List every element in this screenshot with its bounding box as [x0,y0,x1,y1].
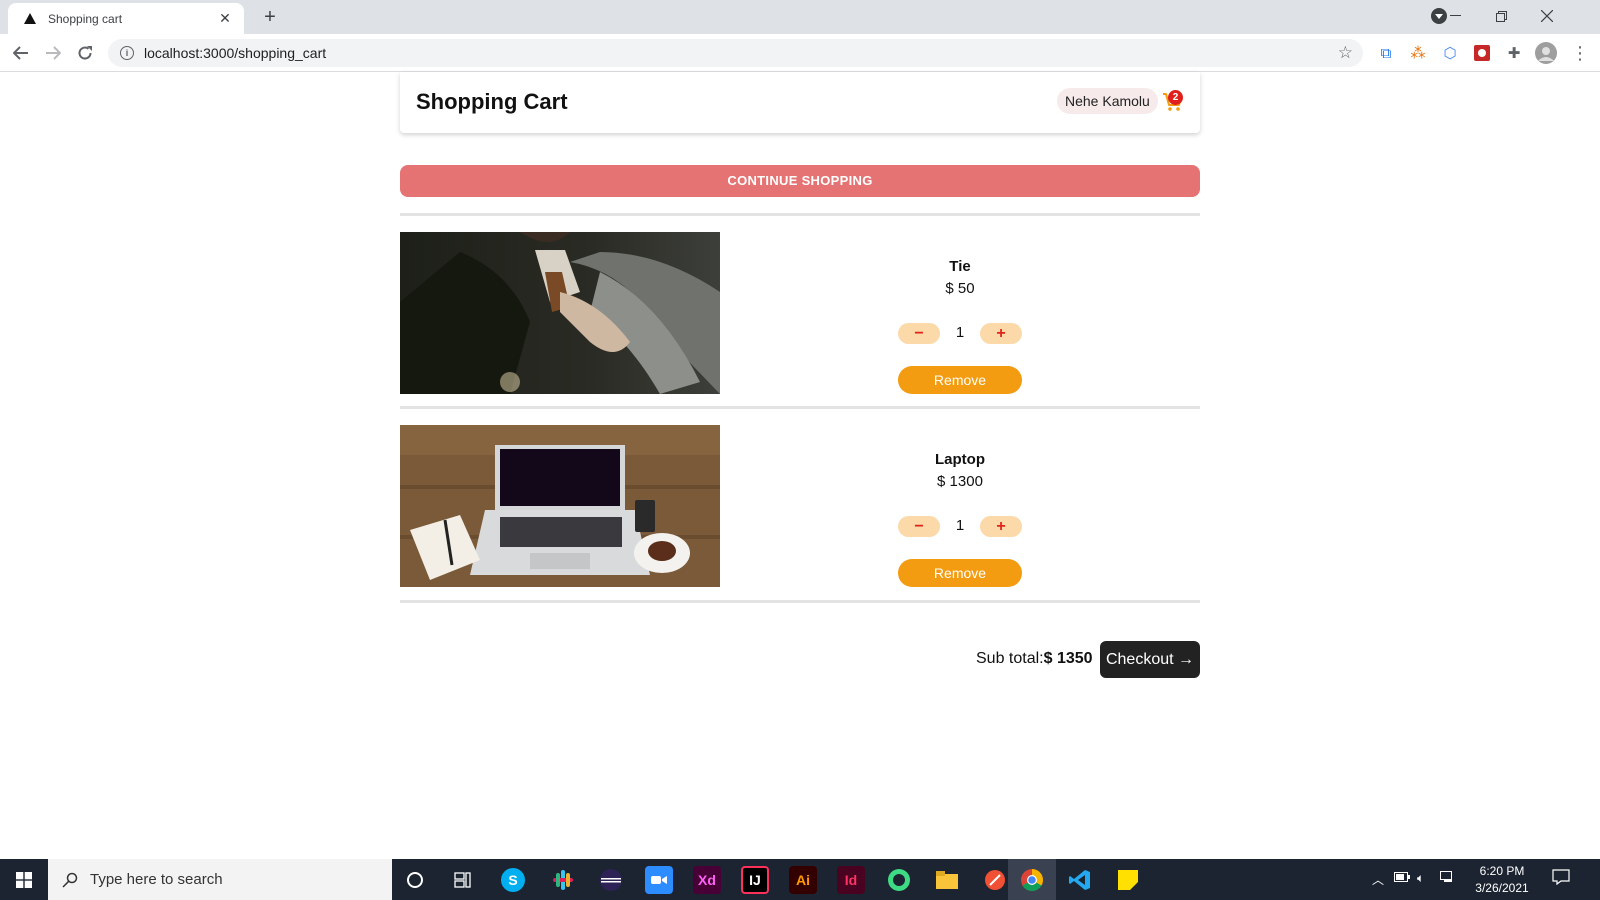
tab-title: Shopping cart [48,11,123,26]
item-price: $ 50 [945,280,975,297]
android-studio-icon[interactable] [885,866,913,894]
page-content: Shopping Cart Nehe Kamolu 2 CONTINUE SHO… [0,72,1600,859]
task-view-icon[interactable] [449,866,477,894]
browser-tabstrip: Shopping cart ✕ + [0,0,1600,34]
remove-item-button[interactable]: Remove [898,366,1022,394]
continue-shopping-button[interactable]: CONTINUE SHOPPING [400,165,1200,197]
checkout-label: Checkout [1105,651,1174,668]
cortana-icon[interactable] [401,866,429,894]
clock-date: 3/26/2021 [1475,881,1529,895]
decrease-quantity-button[interactable]: − [898,516,940,537]
skype-icon[interactable]: S [501,868,525,892]
cart-count-badge: 2 [1168,90,1183,105]
browser-menu-icon[interactable]: ⋮ [1569,42,1591,64]
address-bar[interactable]: i localhost:3000/shopping_cart ☆ [108,39,1363,67]
sticky-notes-icon[interactable] [1114,866,1142,894]
subtotal-value: $ 1350 [1043,650,1093,667]
battery-icon[interactable] [1394,871,1410,885]
chrome-icon[interactable] [1018,866,1046,894]
react-extension-icon[interactable]: ⬡ [1439,42,1461,64]
increase-quantity-button[interactable]: + [980,323,1022,344]
taskbar-search-placeholder: Type here to search [90,871,223,888]
restore-icon[interactable] [1478,0,1524,32]
divider [400,600,1200,603]
decrease-quantity-button[interactable]: − [898,323,940,344]
minimize-icon[interactable] [1432,0,1478,32]
illustrator-icon[interactable]: Ai [789,866,817,894]
site-info-icon[interactable]: i [120,46,134,60]
profile-avatar-icon[interactable] [1535,42,1557,64]
indesign-icon[interactable]: Id [837,866,865,894]
windows-start-icon[interactable] [0,859,48,900]
network-icon[interactable] [1440,871,1456,886]
reload-icon[interactable] [72,40,98,66]
remove-item-button[interactable]: Remove [898,559,1022,587]
tray-chevron-icon[interactable]: ︿ [1372,871,1384,888]
tie-product-image [400,232,720,394]
quantity-value: 1 [955,517,965,534]
cart-item-laptop: Laptop $ 1300 − 1 + Remove [400,425,1200,587]
new-tab-button[interactable]: + [258,6,282,30]
item-name: Laptop [935,451,985,468]
cart-header: Shopping Cart Nehe Kamolu 2 [400,72,1200,133]
adobe-xd-icon[interactable]: Xd [693,866,721,894]
git-icon[interactable] [981,866,1009,894]
user-name-badge[interactable]: Nehe Kamolu [1057,88,1158,114]
bookmark-star-icon[interactable]: ☆ [1338,43,1353,63]
divider [400,213,1200,216]
file-explorer-icon[interactable] [933,866,961,894]
red-extension-icon[interactable] [1471,42,1493,64]
system-clock[interactable]: 6:20 PM 3/26/2021 [1466,863,1538,897]
page-title: Shopping Cart [416,89,568,114]
windows-taskbar: Type here to search S Xd IJ Ai Id ︿ 🔈︎ 6… [0,859,1600,900]
triangle-favicon-icon [22,11,38,27]
translate-extension-icon[interactable]: ⧉ [1375,42,1397,64]
item-name: Tie [949,258,971,275]
network-extension-icon[interactable]: ⁂ [1407,42,1429,64]
browser-toolbar: i localhost:3000/shopping_cart ☆ ⧉ ⁂ ⬡ ✚… [0,34,1600,72]
laptop-product-image [400,425,720,587]
browser-tab[interactable]: Shopping cart ✕ [8,3,244,34]
forward-arrow-icon[interactable] [40,40,66,66]
subtotal-label: Sub total: [976,650,1044,667]
checkout-button[interactable]: Checkout → [1100,641,1200,678]
volume-icon[interactable]: 🔈︎ [1417,871,1424,886]
zoom-icon[interactable] [645,866,673,894]
subtotal: Sub total:$ 1350 [976,650,1093,668]
notifications-icon[interactable] [1552,869,1570,888]
quantity-value: 1 [955,324,965,341]
taskbar-search-box[interactable]: Type here to search [48,859,392,900]
address-url: localhost:3000/shopping_cart [144,45,327,61]
increase-quantity-button[interactable]: + [980,516,1022,537]
item-price: $ 1300 [937,473,983,490]
eclipse-icon[interactable] [597,866,625,894]
arrow-right-icon: → [1178,651,1195,668]
vscode-icon[interactable] [1066,866,1094,894]
extensions-puzzle-icon[interactable]: ✚ [1503,42,1525,64]
search-icon [62,872,78,888]
tab-close-icon[interactable]: ✕ [216,10,234,27]
slack-icon[interactable] [549,866,577,894]
intellij-icon[interactable]: IJ [741,866,769,894]
close-window-icon[interactable] [1524,0,1570,32]
back-arrow-icon[interactable] [8,40,34,66]
divider [400,406,1200,409]
clock-time: 6:20 PM [1479,864,1525,878]
cart-item-tie: Tie $ 50 − 1 + Remove [400,232,1200,394]
